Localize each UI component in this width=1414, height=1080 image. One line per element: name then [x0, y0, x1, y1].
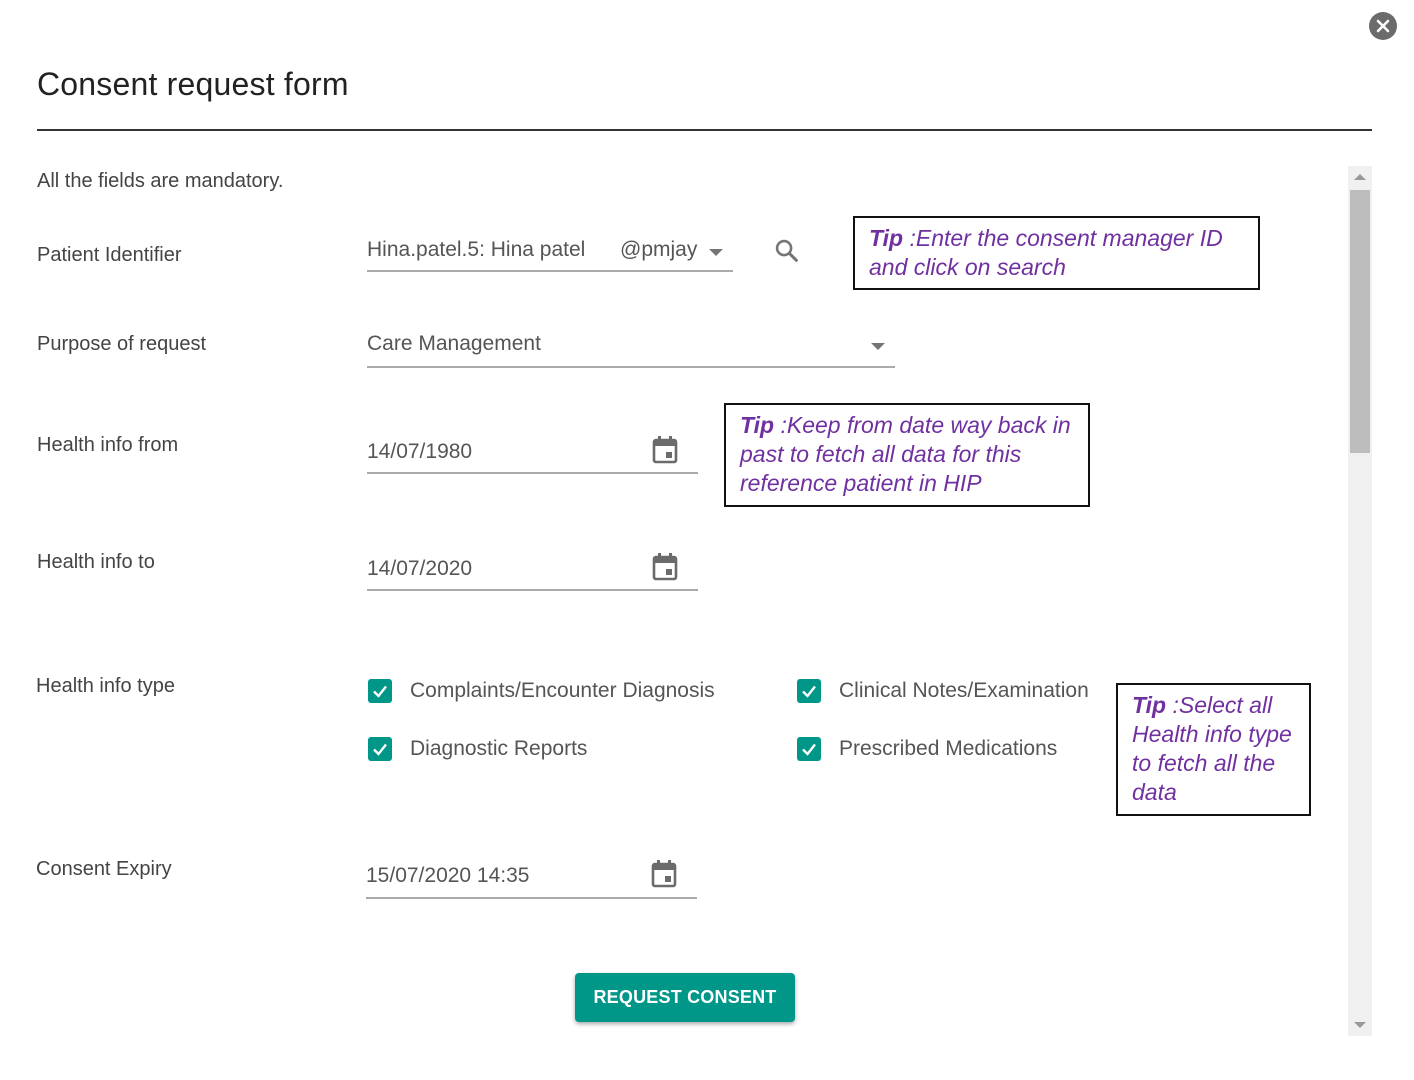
scroll-thumb[interactable] — [1350, 190, 1370, 453]
title-divider — [37, 129, 1372, 131]
tip-health-info-type: Tip :Select all Health info type to fetc… — [1116, 683, 1311, 816]
purpose-value: Care Management — [367, 332, 541, 355]
health-info-from-value: 14/07/1980 — [367, 440, 473, 463]
consent-expiry-value: 15/07/2020 14:35 — [366, 864, 530, 887]
consent-expiry-field[interactable]: 15/07/2020 14:35 — [366, 861, 697, 899]
health-info-to-label: Health info to — [37, 551, 155, 573]
patient-identifier-label: Patient Identifier — [37, 244, 182, 266]
chevron-down-icon[interactable] — [871, 343, 885, 350]
chevron-down-icon[interactable] — [709, 249, 723, 256]
purpose-label: Purpose of request — [37, 333, 206, 355]
checkbox-checked-icon[interactable] — [797, 679, 821, 703]
tip-from-date: Tip :Keep from date way back in past to … — [724, 403, 1090, 507]
checkbox-label: Prescribed Medications — [839, 737, 1058, 760]
checkbox-clinical-notes-examination[interactable]: Clinical Notes/Examination — [797, 679, 1089, 703]
dialog-title: Consent request form — [37, 66, 349, 102]
calendar-icon[interactable] — [650, 859, 678, 894]
mandatory-note: All the fields are mandatory. — [37, 170, 284, 192]
checkbox-prescribed-medications[interactable]: Prescribed Medications — [797, 737, 1057, 761]
health-info-to-value: 14/07/2020 — [367, 557, 473, 580]
checkbox-diagnostic-reports[interactable]: Diagnostic Reports — [368, 737, 587, 761]
checkbox-checked-icon[interactable] — [368, 679, 392, 703]
search-icon[interactable] — [773, 237, 801, 270]
health-info-to-field[interactable]: 14/07/2020 — [367, 553, 698, 591]
close-button[interactable] — [1369, 12, 1397, 40]
health-info-from-label: Health info from — [37, 434, 179, 456]
tip-prefix: Tip — [740, 412, 775, 438]
close-icon — [1376, 19, 1390, 33]
scrollbar[interactable] — [1348, 166, 1372, 1036]
consent-manager-suffix: @pmjay — [620, 238, 698, 261]
tip-text: :Enter the consent manager ID and click … — [869, 225, 1223, 280]
calendar-icon[interactable] — [651, 435, 679, 470]
health-info-from-field[interactable]: 14/07/1980 — [367, 436, 698, 474]
checkbox-label: Diagnostic Reports — [410, 737, 588, 760]
purpose-select[interactable]: Care Management — [367, 330, 895, 368]
checkbox-complaints-encounter-diagnosis[interactable]: Complaints/Encounter Diagnosis — [368, 679, 715, 703]
scroll-up-arrow-icon[interactable] — [1354, 174, 1366, 180]
request-consent-button[interactable]: REQUEST CONSENT — [575, 973, 795, 1022]
tip-prefix: Tip — [1132, 692, 1167, 718]
checkbox-label: Complaints/Encounter Diagnosis — [410, 679, 715, 702]
consent-expiry-label: Consent Expiry — [36, 858, 172, 880]
checkbox-checked-icon[interactable] — [368, 737, 392, 761]
checkbox-label: Clinical Notes/Examination — [839, 679, 1089, 702]
health-info-type-label: Health info type — [36, 675, 175, 697]
scroll-down-arrow-icon[interactable] — [1354, 1022, 1366, 1028]
patient-identifier-value: Hina.patel.5: Hina patel — [367, 238, 586, 261]
tip-consent-manager: Tip :Enter the consent manager ID and cl… — [853, 216, 1260, 290]
calendar-icon[interactable] — [651, 552, 679, 587]
tip-text: :Keep from date way back in past to fetc… — [740, 412, 1071, 496]
patient-identifier-field[interactable]: Hina.patel.5: Hina patel @pmjay — [367, 236, 733, 272]
tip-prefix: Tip — [869, 225, 904, 251]
checkbox-checked-icon[interactable] — [797, 737, 821, 761]
